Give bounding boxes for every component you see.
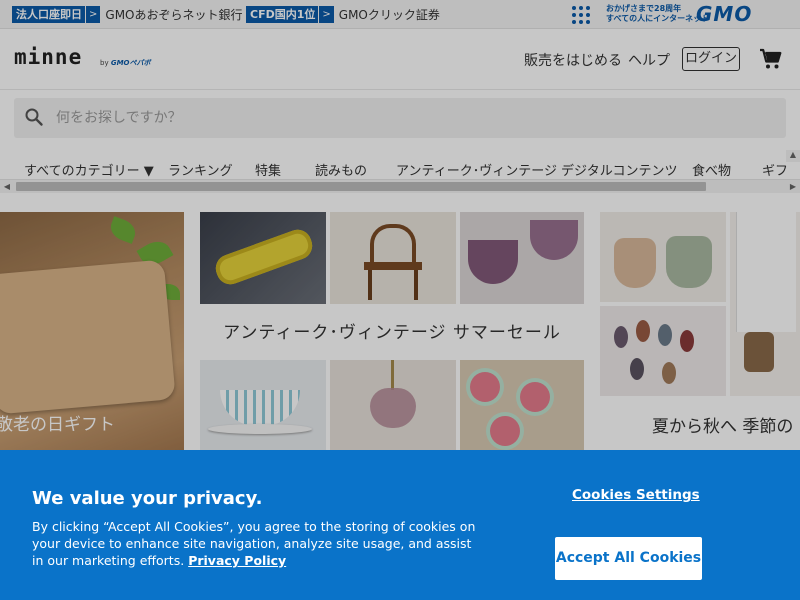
- scrollbar-thumb[interactable]: [16, 182, 706, 191]
- nail-tips-image: [600, 306, 726, 396]
- gmo-menu-grid-icon[interactable]: [572, 6, 592, 24]
- cookie-description: By clicking “Accept All Cookies”, you ag…: [32, 518, 482, 569]
- lamp-image: [330, 360, 456, 452]
- gmo-logo[interactable]: GMO: [696, 2, 752, 26]
- cfd-badge-arrow: >: [319, 6, 334, 23]
- scroll-up-arrow-icon[interactable]: ▲: [786, 150, 800, 162]
- banner-left-caption: 敬老の日ギフト: [0, 415, 115, 435]
- cookie-consent-banner: We value your privacy. By clicking “Acce…: [0, 450, 800, 600]
- banner-antique-sale[interactable]: アンティーク･ヴィンテージ サマーセール: [200, 212, 584, 452]
- search-input[interactable]: [54, 98, 774, 138]
- fashion-model-image: [730, 212, 800, 396]
- gmo-tagline-line2: すべての人にインターネット: [606, 14, 710, 23]
- logo-byline: by GMOペパボ: [100, 58, 151, 68]
- logo-by-text: by: [100, 59, 109, 67]
- category-ranking[interactable]: ランキング: [168, 160, 233, 179]
- scroll-left-arrow-icon[interactable]: ◀: [0, 180, 14, 193]
- privacy-policy-link[interactable]: Privacy Policy: [188, 553, 286, 568]
- bank-link-text: GMOあおぞらネット銀行: [105, 8, 243, 22]
- start-selling-link[interactable]: 販売をはじめる: [524, 50, 622, 70]
- teacup-image: [200, 360, 326, 452]
- gmo-securities-link[interactable]: CFD国内1位 > GMOクリック証券: [246, 6, 440, 23]
- wooden-chair-image: [330, 212, 456, 304]
- site-header: minne by GMOペパボ 販売をはじめる ヘルプ ログイン: [0, 29, 800, 90]
- banner-keirou-gift[interactable]: 敬老の日ギフト: [0, 212, 184, 452]
- bank-badge: 法人口座即日: [12, 6, 85, 23]
- gmo-bank-link[interactable]: 法人口座即日 > GMOあおぞらネット銀行: [12, 6, 243, 23]
- accept-all-cookies-button[interactable]: Accept All Cookies: [555, 537, 702, 580]
- category-all[interactable]: すべてのカテゴリー ▼: [24, 160, 154, 179]
- banner-middle-caption: アンティーク･ヴィンテージ サマーセール: [223, 323, 561, 343]
- scroll-right-arrow-icon[interactable]: ▶: [786, 180, 800, 193]
- category-nav: すべてのカテゴリー ▼ ランキング 特集 読みもの アンティーク･ヴィンテージ …: [0, 150, 800, 180]
- category-digital-content[interactable]: デジタルコンテンツ: [561, 160, 677, 179]
- search-bar: [14, 98, 786, 138]
- help-link[interactable]: ヘルプ: [628, 50, 670, 70]
- bracelet-image: [200, 212, 326, 304]
- purple-glass-image: [460, 212, 584, 304]
- category-reading[interactable]: 読みもの: [315, 160, 367, 179]
- banner-summer-autumn[interactable]: 夏から秋へ 季節の: [600, 212, 800, 452]
- search-icon[interactable]: [24, 107, 44, 127]
- category-scrollbar[interactable]: ◀ ▶: [0, 179, 800, 193]
- cfd-badge: CFD国内1位: [246, 6, 319, 23]
- category-antique-vintage[interactable]: アンティーク･ヴィンテージ: [396, 160, 557, 179]
- cookie-title: We value your privacy.: [32, 488, 263, 509]
- minne-logo[interactable]: minne: [14, 45, 82, 69]
- cookies-settings-link[interactable]: Cookies Settings: [572, 487, 700, 503]
- gmo-tagline-line1: おかげさまで28周年: [606, 4, 682, 13]
- cart-icon[interactable]: [759, 47, 783, 71]
- gmo-topbar: 法人口座即日 > GMOあおぞらネット銀行 CFD国内1位 > GMOクリック証…: [0, 0, 800, 29]
- leather-tray-image: [0, 259, 176, 415]
- gmo-tagline: おかげさまで28周年 すべての人にインターネット: [606, 4, 709, 24]
- bank-badge-arrow: >: [86, 6, 101, 23]
- category-food[interactable]: 食べ物: [692, 160, 731, 179]
- securities-link-text: GMOクリック証券: [338, 8, 440, 22]
- category-features[interactable]: 特集: [255, 160, 281, 179]
- handbags-image: [600, 212, 726, 302]
- category-gift[interactable]: ギフ: [762, 160, 788, 179]
- login-button[interactable]: ログイン: [682, 47, 740, 71]
- rose-buttons-image: [460, 360, 584, 452]
- banner-right-caption: 夏から秋へ 季節の: [652, 417, 794, 437]
- ivy-leaf-image: [107, 216, 139, 244]
- logo-pepabo: GMOペパボ: [110, 59, 151, 67]
